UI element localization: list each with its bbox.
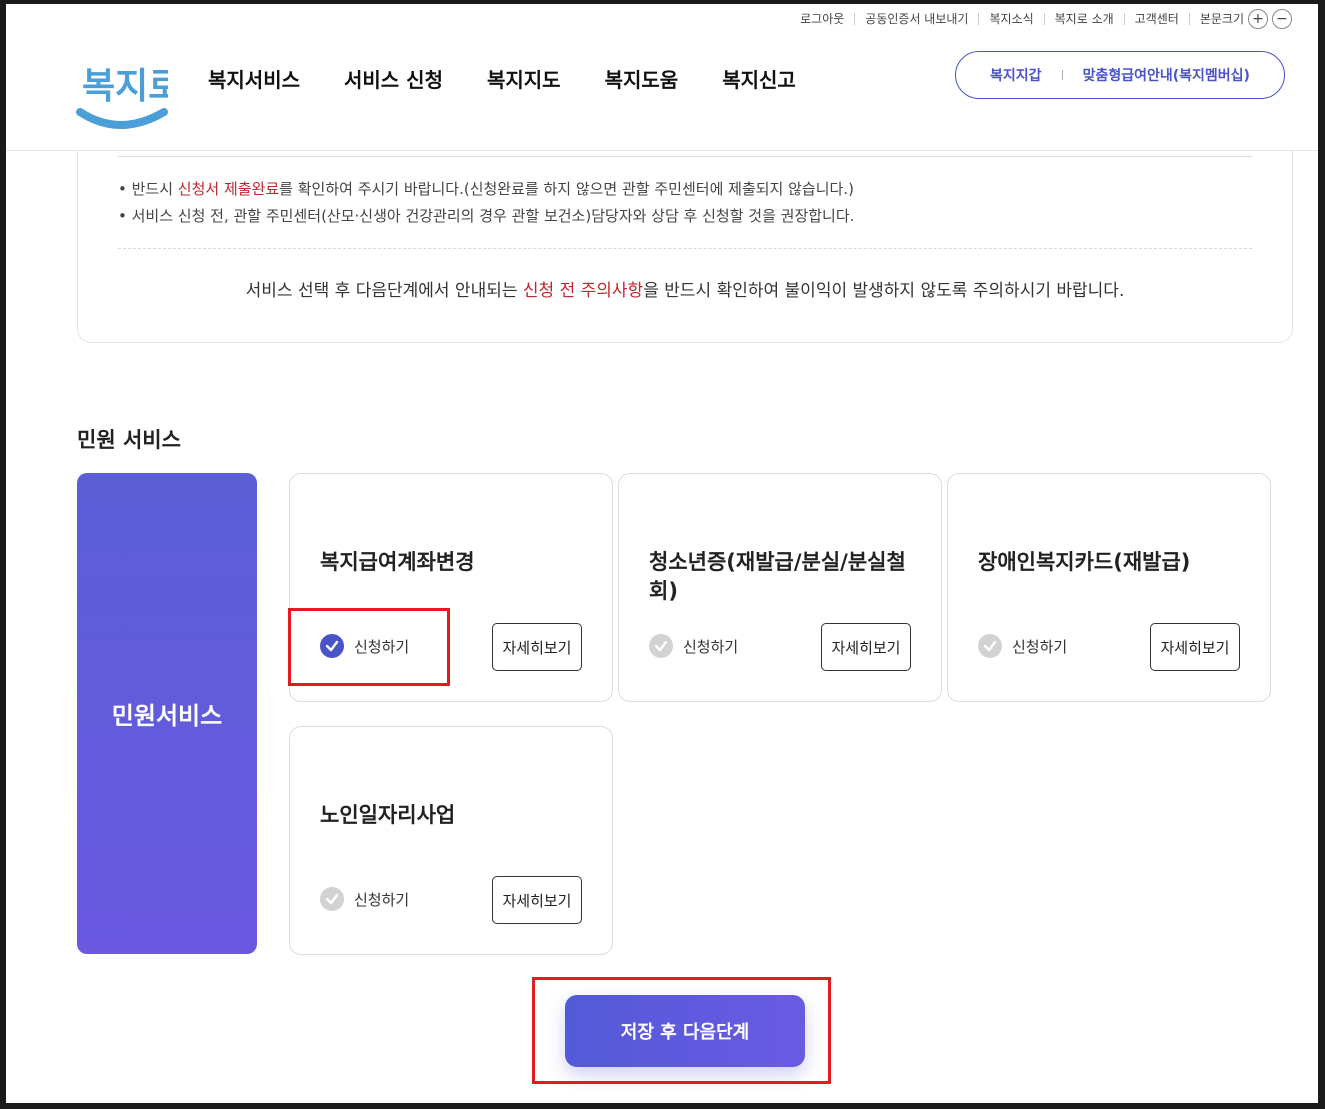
plus-icon: +	[1252, 11, 1264, 27]
minus-icon: −	[1276, 11, 1288, 27]
notice-list: 반드시 신청서 제출완료를 확인하여 주시기 바랍니다.(신청완료를 하지 않으…	[118, 176, 855, 230]
utility-bar: 로그아웃 공동인증서 내보내기 복지소식 복지로 소개 고객센터 본문크기 + …	[790, 8, 1292, 30]
customer-center-link[interactable]: 고객센터	[1123, 13, 1189, 25]
apply-checkbox[interactable]: 신청하기	[320, 887, 409, 911]
about-link[interactable]: 복지로 소개	[1043, 13, 1124, 25]
font-increase-button[interactable]: +	[1248, 9, 1268, 29]
notice-dashed-divider	[118, 248, 1252, 249]
apply-label: 신청하기	[683, 637, 739, 656]
service-card: 장애인복지카드(재발급) 신청하기 자세히보기	[947, 473, 1271, 702]
font-size-label: 본문크기	[1188, 13, 1244, 25]
membership-pill: 복지지갑 맞춤형급여안내(복지멤버십)	[955, 51, 1285, 99]
logo[interactable]: 복지로	[76, 50, 181, 130]
caution-highlight: 신청 전 주의사항	[522, 281, 644, 301]
service-title: 노인일자리사업	[320, 803, 456, 827]
check-circle-icon	[978, 634, 1002, 658]
nav-welfare-map[interactable]: 복지지도	[487, 64, 561, 93]
check-circle-icon	[320, 887, 344, 911]
service-title: 청소년증(재발급/분실/분실철회)	[649, 550, 906, 603]
apply-label: 신청하기	[354, 890, 410, 909]
membership-link[interactable]: 맞춤형급여안내(복지멤버십)	[1083, 65, 1250, 85]
category-label: 민원서비스	[111, 702, 223, 730]
news-link[interactable]: 복지소식	[978, 13, 1043, 25]
nav-welfare-report[interactable]: 복지신고	[722, 64, 796, 93]
service-title: 장애인복지카드(재발급)	[978, 550, 1191, 574]
notice-box: 반드시 신청서 제출완료를 확인하여 주시기 바랍니다.(신청완료를 하지 않으…	[77, 150, 1293, 343]
apply-checkbox[interactable]: 신청하기	[649, 634, 738, 658]
check-circle-icon	[649, 634, 673, 658]
service-card: 청소년증(재발급/분실/분실철회) 신청하기 자세히보기	[618, 473, 942, 702]
detail-button[interactable]: 자세히보기	[821, 623, 911, 671]
font-decrease-button[interactable]: −	[1272, 9, 1292, 29]
logout-link[interactable]: 로그아웃	[790, 13, 854, 25]
browser-viewport: 로그아웃 공동인증서 내보내기 복지소식 복지로 소개 고객센터 본문크기 + …	[6, 4, 1318, 1103]
welfare-wallet-link[interactable]: 복지지갑	[990, 65, 1042, 85]
annotation-highlight-box	[532, 977, 831, 1084]
nav-service-apply[interactable]: 서비스 신청	[344, 64, 443, 93]
service-card: 노인일자리사업 신청하기 자세히보기	[289, 726, 613, 955]
service-title: 복지급여계좌변경	[320, 550, 475, 574]
apply-checkbox[interactable]: 신청하기	[978, 634, 1067, 658]
notice-highlight: 신청서 제출완료	[177, 180, 280, 198]
section-title: 민원 서비스	[77, 428, 181, 452]
notice-top-line	[118, 156, 1252, 157]
nav-welfare-service[interactable]: 복지서비스	[208, 64, 300, 93]
notice-item: 서비스 신청 전, 관할 주민센터(산모·신생아 건강관리의 경우 관할 보건소…	[118, 203, 855, 230]
svg-text:복지로: 복지로	[82, 66, 168, 107]
nav-welfare-help[interactable]: 복지도움	[605, 64, 679, 93]
detail-button[interactable]: 자세히보기	[492, 623, 582, 671]
caution-text: 서비스 선택 후 다음단계에서 안내되는 신청 전 주의사항을 반드시 확인하여…	[245, 281, 1125, 301]
annotation-highlight-box	[288, 608, 450, 686]
detail-button[interactable]: 자세히보기	[1150, 623, 1240, 671]
cert-export-link[interactable]: 공동인증서 내보내기	[854, 13, 978, 25]
bokjiro-logo-icon: 복지로	[76, 66, 181, 129]
pill-divider	[1061, 70, 1063, 80]
apply-label: 신청하기	[1012, 637, 1068, 656]
main-nav: 복지서비스 서비스 신청 복지지도 복지도움 복지신고	[208, 64, 796, 93]
notice-item: 반드시 신청서 제출완료를 확인하여 주시기 바랍니다.(신청완료를 하지 않으…	[118, 176, 854, 203]
category-side-card: 민원서비스	[77, 473, 257, 954]
detail-button[interactable]: 자세히보기	[492, 876, 582, 924]
